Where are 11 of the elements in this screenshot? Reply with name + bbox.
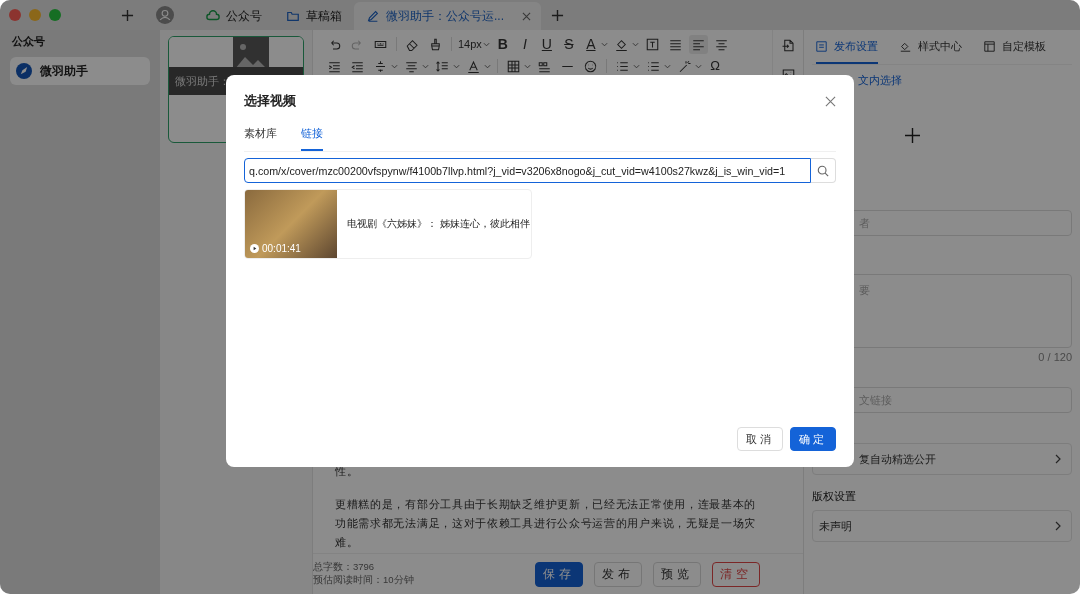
copyright-label: 版权设置 <box>812 489 857 504</box>
duration-label: 00:01:41 <box>262 243 301 254</box>
article-title: 微羽助手： <box>175 73 230 89</box>
paragraph: 更糟糕的是，有部分工具由于长期缺乏维护更新，已经无法正常使用，连最基本的功能需求都无法满足，这对于依赖工具进行公众号运营的用户来说，无疑是一场灾难。 <box>335 497 758 550</box>
dialog-title: 选择视频 <box>244 92 296 110</box>
sidebar-heading: 公众号 <box>12 34 46 49</box>
reading-time: 预估阅读时间：10分钟 <box>313 574 415 587</box>
word-count: 总字数：3796 <box>313 561 376 574</box>
paragraph: 性。 <box>335 464 360 479</box>
video-title: 电视剧《六姊妹》： 姊妹连心，彼此相伴 <box>347 217 530 231</box>
character-count: 0 / 120 <box>1037 351 1072 363</box>
